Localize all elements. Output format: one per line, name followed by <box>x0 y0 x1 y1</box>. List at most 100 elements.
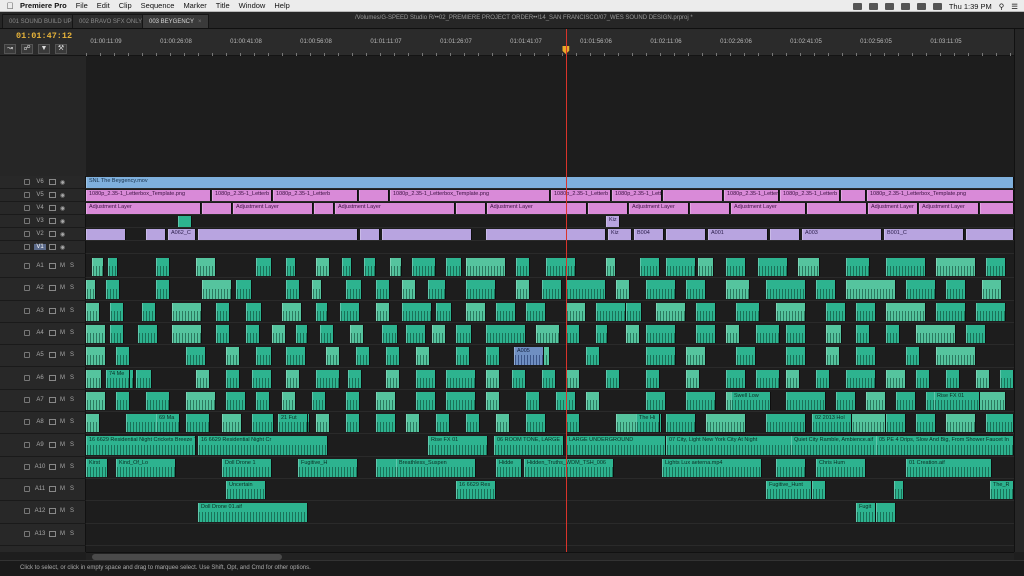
audio-clip[interactable]: 16 6629 Residential Night Cr <box>198 436 328 455</box>
audio-clip[interactable] <box>116 391 130 411</box>
audio-clip[interactable] <box>376 414 396 433</box>
sync-lock-icon[interactable] <box>49 230 56 237</box>
clip-letterbox[interactable]: 1080p_2.35-1_Letterb <box>273 190 358 201</box>
audio-clip[interactable] <box>766 414 806 433</box>
audio-clip[interactable] <box>346 414 360 433</box>
audio-clip[interactable] <box>252 369 272 388</box>
track-header-a10[interactable]: A10 M S <box>0 457 86 479</box>
clip-v2[interactable]: A001 <box>708 229 768 240</box>
audio-clip[interactable]: 16 6629 Residential Night Crickets Breez… <box>86 436 196 455</box>
time-ruler[interactable]: 01:00:11:09 01:00:26:08 01:00:41:08 01:00:5… <box>86 29 1014 56</box>
lock-icon[interactable] <box>24 441 30 448</box>
clip-v2[interactable] <box>666 229 706 240</box>
audio-clip[interactable]: 02 2013 Hol <box>812 414 852 433</box>
audio-clip[interactable] <box>936 302 966 321</box>
sync-lock-icon[interactable] <box>49 419 56 426</box>
audio-clip[interactable] <box>116 347 130 366</box>
mute-button[interactable]: M <box>60 486 65 492</box>
sync-lock-icon[interactable] <box>49 396 56 403</box>
clip-adjustment-layer[interactable]: Adjustment Layer <box>335 203 455 214</box>
audio-clip[interactable] <box>216 302 230 321</box>
audio-clip[interactable] <box>566 302 586 321</box>
audio-clip[interactable]: 01 Creation.aif <box>906 458 992 477</box>
clip-adjustment-layer[interactable]: Adjustment Layer <box>919 203 979 214</box>
audio-clip[interactable] <box>976 302 1006 321</box>
clip-letterbox[interactable]: 1080p_2.35-1_Letterbox_Template.png <box>867 190 1014 201</box>
audio-clip[interactable] <box>758 258 788 277</box>
audio-clip[interactable]: Fugit <box>856 503 876 522</box>
audio-clip[interactable] <box>466 414 480 433</box>
audio-clip[interactable]: 69 Ma <box>156 414 180 433</box>
clip-v2[interactable] <box>86 229 126 240</box>
solo-button[interactable]: S <box>70 308 74 314</box>
audio-clip[interactable] <box>226 347 240 366</box>
audio-clip[interactable] <box>886 302 926 321</box>
audio-clip[interactable] <box>256 391 270 411</box>
audio-clip[interactable] <box>226 369 240 388</box>
lock-icon[interactable] <box>24 191 30 198</box>
audio-clip[interactable] <box>186 391 216 411</box>
audio-clip[interactable] <box>816 280 836 299</box>
audio-clip[interactable] <box>386 347 400 366</box>
lock-icon[interactable] <box>24 178 30 185</box>
audio-clip[interactable] <box>696 324 716 344</box>
audio-clip[interactable] <box>296 324 308 344</box>
lock-icon[interactable] <box>24 508 30 515</box>
audio-clip[interactable] <box>156 258 170 277</box>
track-header-a13[interactable]: A13 M S <box>0 524 86 546</box>
audio-clip[interactable] <box>726 280 750 299</box>
audio-clip[interactable] <box>486 347 500 366</box>
clip-adjustment-layer[interactable] <box>314 203 334 214</box>
horizontal-scrollbar[interactable] <box>86 552 1014 560</box>
track-header-v1[interactable]: V1 ◉ <box>0 241 86 254</box>
lock-icon[interactable] <box>24 463 30 470</box>
audio-clip[interactable] <box>446 369 476 388</box>
audio-clip[interactable] <box>86 347 106 366</box>
sync-lock-icon[interactable] <box>49 285 56 292</box>
audio-clip[interactable] <box>350 324 364 344</box>
audio-clip[interactable] <box>856 302 876 321</box>
clip-v2[interactable] <box>966 229 1014 240</box>
audio-clip[interactable] <box>86 391 106 411</box>
audio-clip[interactable] <box>786 324 806 344</box>
track-header-a11[interactable]: A11 M S <box>0 479 86 502</box>
audio-clip[interactable] <box>256 347 272 366</box>
audio-clip[interactable] <box>526 391 540 411</box>
audio-clip[interactable] <box>916 414 936 433</box>
mute-button[interactable]: M <box>60 330 65 336</box>
sync-lock-icon[interactable] <box>49 530 56 537</box>
audio-clip[interactable] <box>946 414 976 433</box>
audio-clip[interactable] <box>586 347 600 366</box>
clip-adjustment-layer[interactable]: Adjustment Layer <box>868 203 918 214</box>
lock-icon[interactable] <box>24 285 30 292</box>
lock-icon[interactable] <box>24 374 30 381</box>
audio-clip[interactable] <box>666 414 696 433</box>
audio-clip[interactable] <box>402 280 416 299</box>
audio-clip[interactable] <box>446 258 462 277</box>
audio-clip[interactable] <box>826 324 842 344</box>
clip-v2[interactable]: B001_C <box>884 229 964 240</box>
audio-clip[interactable] <box>646 369 660 388</box>
track-header-a3[interactable]: A3 M S <box>0 301 86 323</box>
audio-clip[interactable] <box>566 414 580 433</box>
clip-adjustment-layer[interactable] <box>202 203 232 214</box>
sync-lock-icon[interactable] <box>49 463 56 470</box>
clip-v2[interactable]: B004 <box>634 229 664 240</box>
lock-icon[interactable] <box>24 230 30 237</box>
solo-button[interactable]: S <box>70 464 74 470</box>
audio-clip[interactable] <box>876 503 896 522</box>
audio-clip[interactable] <box>364 258 376 277</box>
solo-button[interactable]: S <box>70 486 74 492</box>
audio-clip[interactable] <box>428 280 446 299</box>
audio-clip[interactable] <box>896 391 916 411</box>
audio-clip[interactable]: Kind_Of_Lo <box>116 458 176 477</box>
sync-lock-icon[interactable] <box>49 486 56 493</box>
clip-adjustment-layer[interactable] <box>588 203 628 214</box>
clip-v2[interactable] <box>486 229 606 240</box>
menu-help[interactable]: Help <box>274 1 289 10</box>
audio-clip[interactable]: Hidde <box>496 458 522 477</box>
mute-button[interactable]: M <box>60 508 65 514</box>
audio-clip[interactable]: Fugitive_Hunt <box>766 481 812 500</box>
audio-clip[interactable] <box>412 258 436 277</box>
audio-clip[interactable] <box>110 302 124 321</box>
